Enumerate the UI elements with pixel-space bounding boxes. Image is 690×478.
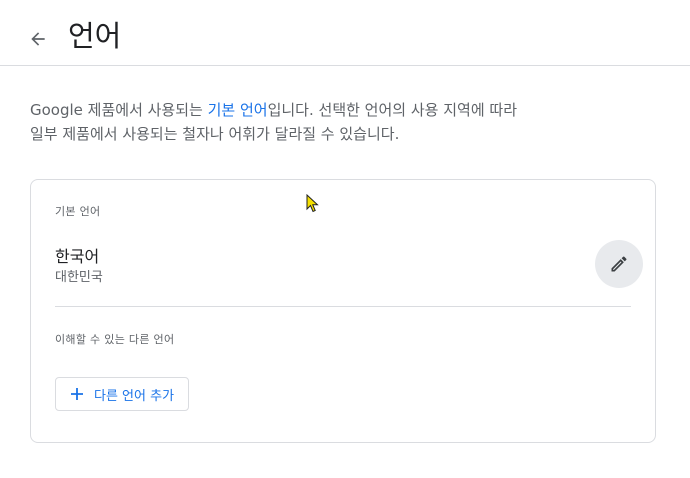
description-text-line2: 일부 제품에서 사용되는 철자나 어휘가 달라질 수 있습니다. bbox=[30, 125, 400, 143]
description-text-part1: Google 제품에서 사용되는 bbox=[30, 101, 208, 119]
plus-icon bbox=[68, 385, 86, 403]
default-language-link[interactable]: 기본 언어 bbox=[208, 101, 268, 119]
other-languages-section-label: 이해할 수 있는 다른 언어 bbox=[55, 333, 175, 346]
primary-language-section-label: 기본 언어 bbox=[55, 205, 101, 218]
add-language-button[interactable]: 다른 언어 추가 bbox=[55, 377, 190, 411]
section-divider bbox=[55, 306, 631, 307]
edit-language-button[interactable] bbox=[595, 240, 643, 288]
page-header: 언어 bbox=[0, 0, 690, 66]
primary-language-name: 한국어 bbox=[55, 247, 100, 266]
page-title: 언어 bbox=[68, 19, 122, 53]
language-card: 기본 언어 한국어 대한민국 이해할 수 있는 다른 언어 다른 언어 추가 bbox=[30, 179, 656, 443]
primary-language-region: 대한민국 bbox=[55, 270, 103, 285]
pencil-icon bbox=[611, 256, 627, 272]
arrow-back-icon bbox=[31, 32, 45, 46]
mouse-cursor-icon bbox=[306, 194, 319, 213]
back-button[interactable] bbox=[24, 25, 52, 53]
add-language-label: 다른 언어 추가 bbox=[94, 388, 175, 404]
description-text-part2: 입니다. 선택한 언어의 사용 지역에 따라 bbox=[267, 101, 517, 119]
language-description: Google 제품에서 사용되는 기본 언어입니다. 선택한 언어의 사용 지역… bbox=[30, 98, 650, 146]
